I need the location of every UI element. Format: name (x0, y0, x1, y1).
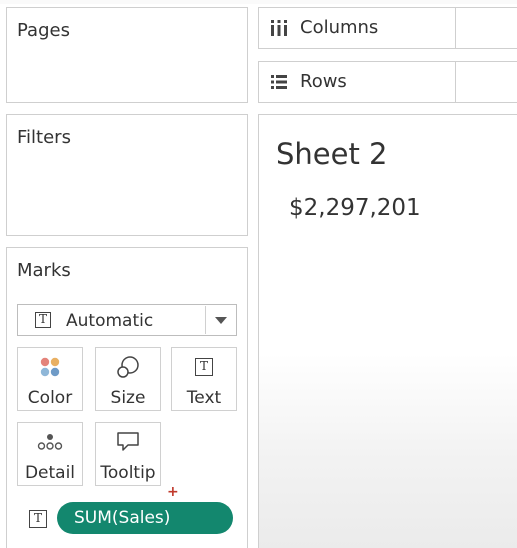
pages-title: Pages (17, 20, 70, 41)
shelf-divider (455, 8, 456, 48)
top-strip (0, 0, 517, 4)
text-label: Text (186, 388, 222, 408)
detail-label: Detail (24, 463, 76, 483)
worksheet-view[interactable]: Sheet 2 $2,297,201 (258, 114, 517, 548)
sheet-title[interactable]: Sheet 2 (276, 137, 388, 171)
tooltip-label: Tooltip (100, 463, 156, 483)
columns-label: Columns (300, 17, 379, 38)
text-mark-icon: T (35, 312, 51, 328)
filters-card[interactable]: Filters (6, 114, 248, 236)
columns-icon (270, 19, 288, 41)
rows-label: Rows (300, 71, 347, 92)
size-button[interactable]: Size (95, 347, 161, 411)
rows-icon (270, 73, 288, 95)
color-label: Color (27, 388, 73, 408)
mark-type-dropdown[interactable]: T Automatic (17, 304, 237, 336)
shelf-divider (455, 62, 456, 102)
dropdown-divider (205, 306, 206, 334)
size-circles-icon (96, 356, 160, 378)
color-dots-icon (18, 356, 82, 378)
detail-dots-icon (18, 431, 82, 453)
chevron-down-icon[interactable] (215, 317, 227, 324)
mark-type-value: Automatic (66, 311, 154, 331)
columns-shelf[interactable]: Columns (258, 7, 517, 49)
drop-indicator: + (167, 484, 179, 500)
text-encoding-icon[interactable]: T (29, 510, 47, 528)
marks-title: Marks (17, 260, 71, 281)
detail-button[interactable]: Detail (17, 422, 83, 486)
pages-card[interactable]: Pages (6, 7, 248, 103)
tooltip-button[interactable]: Tooltip (95, 422, 161, 486)
sum-sales-pill[interactable]: SUM(Sales) (57, 502, 233, 534)
color-button[interactable]: Color (17, 347, 83, 411)
filters-title: Filters (17, 127, 71, 148)
text-t-glyph: T (195, 358, 213, 376)
text-t-icon: T (172, 356, 236, 378)
tooltip-bubble-icon (96, 431, 160, 453)
marks-card: Marks T Automatic Color Size T Text Deta… (6, 247, 248, 548)
sales-value[interactable]: $2,297,201 (289, 195, 421, 221)
text-button[interactable]: T Text (171, 347, 237, 411)
rows-shelf[interactable]: Rows (258, 61, 517, 103)
size-label: Size (110, 388, 146, 408)
